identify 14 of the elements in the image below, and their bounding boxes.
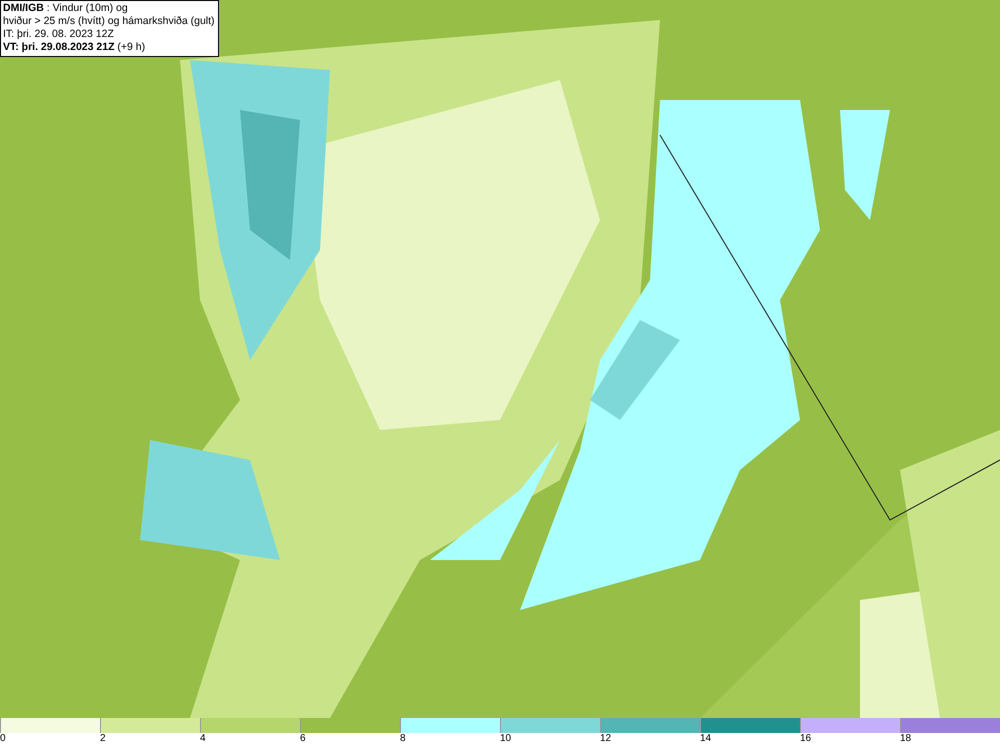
legend-label: 10	[500, 733, 512, 745]
legend-label: 12	[600, 733, 612, 745]
legend-label: 0	[0, 733, 6, 745]
legend-label: 16	[800, 733, 812, 745]
title-text: hviður > 25 m/s (hvítt) og hámarkshviða (gult)	[3, 15, 215, 28]
legend-label: 8	[400, 733, 406, 745]
title-text: DMI/IGB : Vindur (10m) og	[3, 2, 129, 15]
legend-label: 18	[900, 733, 912, 745]
title-text: IT: þri. 29. 08. 2023 12Z	[3, 28, 115, 41]
title-text: VT: þri. 29.08.2023 21Z (+9 h)	[3, 41, 146, 54]
legend-label: 14	[700, 733, 712, 745]
legend-label: 6	[300, 733, 306, 745]
legend-label: 2	[100, 733, 106, 745]
legend-label: 4	[200, 733, 206, 745]
